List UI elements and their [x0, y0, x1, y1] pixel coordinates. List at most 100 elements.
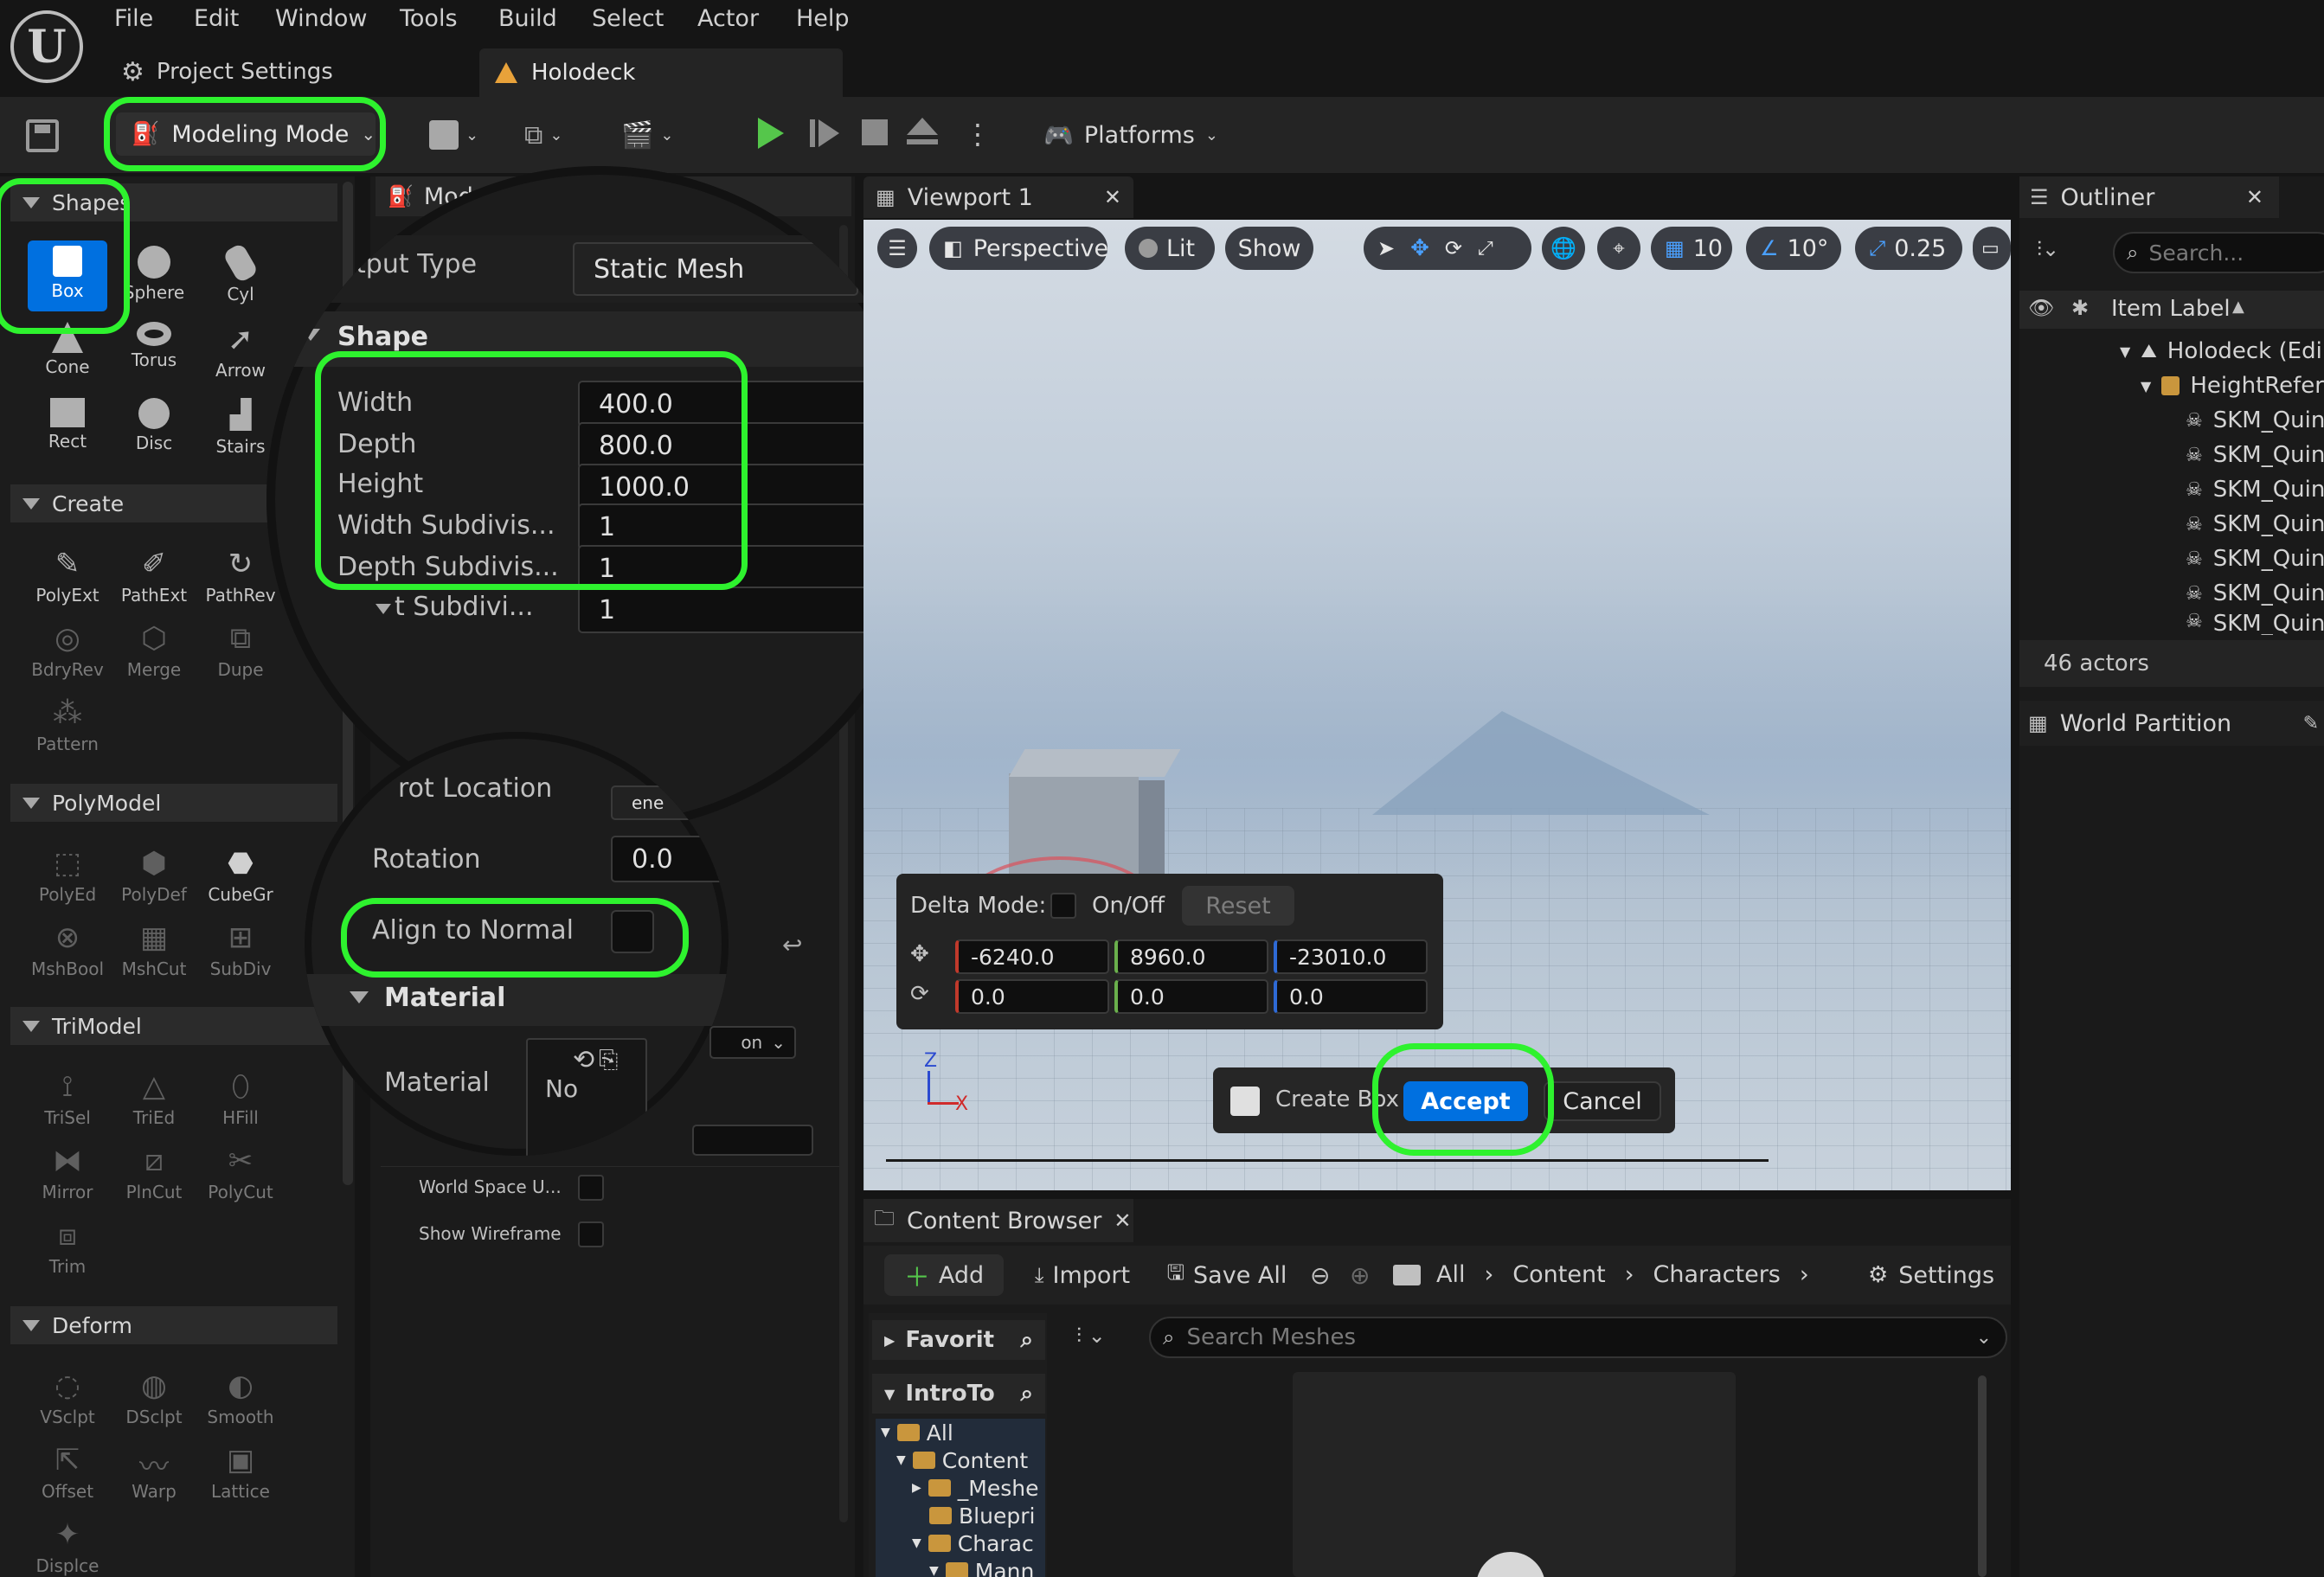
outliner-row-actor[interactable]: ☠ SKM_Quin	[2025, 438, 2324, 472]
tree-item-all[interactable]: ▼ All	[876, 1419, 1045, 1446]
close-icon[interactable]: ✕	[2246, 185, 2263, 209]
tool-polyext[interactable]: ✎ PolyExt	[24, 547, 111, 606]
viewport-tab[interactable]: ▦ Viewport 1 ✕	[863, 176, 1133, 218]
eject-icon[interactable]	[907, 118, 941, 149]
tool-mshcut[interactable]: ▦ MshCut	[111, 920, 197, 979]
tool-bdryrev[interactable]: ◎ BdryRev	[24, 621, 111, 680]
show-button[interactable]: Show	[1225, 227, 1313, 270]
material-field-box[interactable]	[692, 1125, 813, 1156]
close-icon[interactable]: ✕	[1114, 1208, 1131, 1233]
tool-offset[interactable]: ⇱ Offset	[24, 1443, 111, 1502]
tool-mshbool[interactable]: ⊗ MshBool	[24, 920, 111, 979]
outliner-row-actor[interactable]: ☠ SKM_Quin	[2025, 542, 2324, 576]
use-selected-icon[interactable]: ⎘	[599, 1045, 618, 1074]
tool-polyed[interactable]: ⬚ PolyEd	[24, 846, 111, 905]
tool-lattice[interactable]: ▣ Lattice	[197, 1443, 284, 1502]
save-icon[interactable]	[26, 119, 59, 152]
tree-item-mannequins[interactable]: ▼ Mann	[876, 1557, 1045, 1577]
breadcrumb-characters[interactable]: Characters	[1653, 1261, 1781, 1288]
outliner-search[interactable]: ⌕ Search...	[2113, 232, 2324, 273]
chevron-down-icon[interactable]: ⌄	[1976, 1327, 1992, 1349]
menu-tools[interactable]: Tools	[400, 5, 458, 32]
outliner-row-actor[interactable]: ☠ SKM_Quin	[2025, 576, 2324, 611]
tool-vsclpt[interactable]: ◌ VSclpt	[24, 1369, 111, 1427]
tool-rect[interactable]: Rect	[24, 398, 111, 452]
location-x-field[interactable]: -6240.0	[955, 939, 1109, 974]
tool-pattern[interactable]: ⁂ Pattern	[24, 696, 111, 754]
search-icon[interactable]: ⌕	[1020, 1381, 1033, 1407]
cancel-button[interactable]: Cancel	[1544, 1081, 1661, 1121]
menu-file[interactable]: File	[114, 5, 153, 32]
advance-frame-icon[interactable]	[810, 118, 841, 149]
lit-button[interactable]: Lit	[1125, 227, 1215, 270]
scale-snap-button[interactable]: ⤢ 0.25	[1855, 227, 1962, 270]
forward-icon[interactable]: ⊕	[1350, 1261, 1370, 1290]
location-y-field[interactable]: 8960.0	[1114, 939, 1268, 974]
tool-merge[interactable]: ⬡ Merge	[111, 621, 197, 680]
play-button[interactable]	[758, 118, 784, 149]
platforms-button[interactable]: 🎮 Platforms ⌄	[1043, 116, 1218, 154]
outliner-row-level[interactable]: ▼ ⛰ Holodeck (Edi	[2025, 334, 2324, 369]
tool-displce[interactable]: ✦ Displce	[24, 1517, 111, 1576]
tool-dupe[interactable]: ⧉ Dupe	[197, 621, 284, 680]
asset-scrollbar[interactable]	[1978, 1375, 1987, 1577]
menu-window[interactable]: Window	[275, 5, 367, 32]
polymodel-section-header[interactable]: PolyModel	[10, 784, 337, 822]
world-partition-tab[interactable]: ▦ World Partition ✎	[2019, 701, 2324, 746]
asset-tile[interactable]	[1293, 1372, 1736, 1577]
grid-snap-button[interactable]: ▦ 10	[1651, 227, 1732, 270]
rotation-z-field[interactable]: 0.0	[1274, 979, 1428, 1014]
material-dropdown[interactable]: on ⌄	[709, 1026, 796, 1059]
edit-icon[interactable]: ✎	[2303, 713, 2319, 734]
asset-filter-button[interactable]: ⫶ ⌄	[1076, 1324, 1106, 1348]
outliner-filter-button[interactable]: ⫶⌄	[2037, 237, 2059, 261]
rotation-snap-button[interactable]: ∠ 10°	[1746, 227, 1841, 270]
deform-section-header[interactable]: Deform	[10, 1306, 337, 1344]
location-z-field[interactable]: -23010.0	[1274, 939, 1428, 974]
viewport-menu-button[interactable]: ☰	[877, 228, 917, 268]
more-options-icon[interactable]: ⋮	[964, 118, 992, 151]
menu-help[interactable]: Help	[796, 5, 850, 32]
add-actor-button[interactable]: ⌄	[429, 116, 491, 154]
rotation-y-field[interactable]: 0.0	[1114, 979, 1268, 1014]
menu-edit[interactable]: Edit	[194, 5, 239, 32]
tool-torus[interactable]: Torus	[111, 322, 197, 370]
close-icon[interactable]: ✕	[1104, 185, 1121, 209]
import-button[interactable]: ⤓ Import	[1026, 1254, 1139, 1296]
visibility-icon[interactable]: 👁	[2028, 296, 2054, 320]
rotate-icon[interactable]: ⟳	[1445, 236, 1462, 260]
surface-snap-button[interactable]: ⌖	[1597, 227, 1640, 270]
scale-icon[interactable]: ⤢	[1478, 238, 1493, 260]
tool-trim[interactable]: ⧈ Trim	[24, 1218, 111, 1277]
tool-tried[interactable]: △ TriEd	[111, 1069, 197, 1128]
show-wireframe-checkbox[interactable]	[578, 1221, 604, 1247]
tool-dsclpt[interactable]: ◍ DSclpt	[111, 1369, 197, 1427]
back-icon[interactable]: ⊖	[1310, 1261, 1330, 1290]
select-arrow-icon[interactable]: ➤	[1377, 236, 1395, 260]
tool-disc[interactable]: Disc	[111, 398, 197, 453]
outliner-row-actor[interactable]: ☠ SKM_Quin	[2025, 403, 2324, 438]
menu-select[interactable]: Select	[592, 5, 664, 32]
menu-actor[interactable]: Actor	[697, 5, 759, 32]
tool-pathext[interactable]: ✐ PathExt	[111, 547, 197, 606]
pivot-location-dropdown[interactable]: ene⌄	[611, 785, 729, 820]
tool-trisel[interactable]: ⟟ TriSel	[24, 1069, 111, 1128]
add-button[interactable]: ＋ Add	[884, 1254, 1004, 1296]
search-icon[interactable]: ⌕	[1020, 1327, 1033, 1354]
blueprint-button[interactable]: ⧉ ⌄	[524, 116, 590, 154]
asset-search[interactable]: ⌕ Search Meshes ⌄	[1149, 1317, 2007, 1358]
tool-mirror[interactable]: ⧓ Mirror	[24, 1144, 111, 1202]
tool-subdiv[interactable]: ⊞ SubDiv	[197, 920, 284, 979]
height-subdivisions-field[interactable]: 1	[578, 587, 872, 633]
browse-icon[interactable]: ⟲	[573, 1045, 594, 1075]
outliner-row-actor[interactable]: ☠ SKM_Quin	[2025, 611, 2324, 635]
world-local-button[interactable]: 🌐	[1542, 227, 1585, 270]
delta-mode-checkbox[interactable]	[1050, 893, 1076, 919]
tool-warp[interactable]: 〰 Warp	[111, 1443, 197, 1502]
outliner-row-actor[interactable]: ☠ SKM_Quin	[2025, 507, 2324, 542]
favorites-header[interactable]: ▶ Favorit ⌕	[872, 1320, 1045, 1360]
output-type-dropdown[interactable]: Static Mesh	[573, 242, 858, 296]
tab-project-settings[interactable]: ⚙ Project Settings	[121, 52, 333, 92]
reset-arrow-icon[interactable]: ↩	[782, 931, 802, 959]
tool-cubegr[interactable]: ⬣ CubeGr	[197, 846, 284, 905]
